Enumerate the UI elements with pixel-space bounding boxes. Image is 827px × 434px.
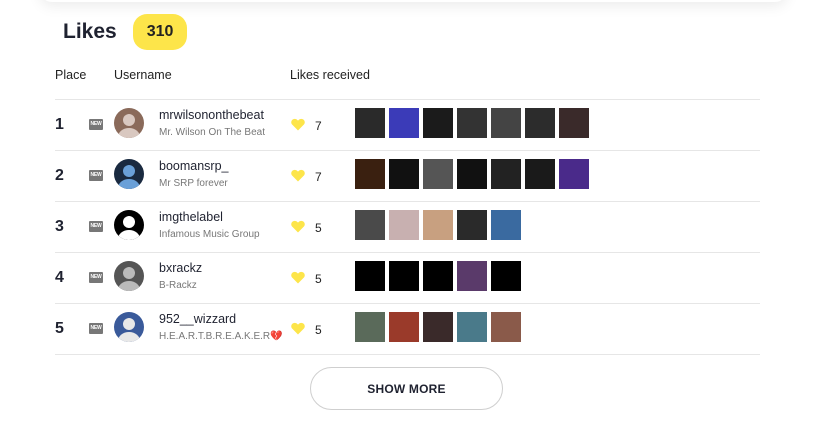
track-thumbnail[interactable] (355, 108, 385, 138)
avatar[interactable] (114, 159, 144, 189)
display-name-text: Infamous Music Group (159, 229, 260, 240)
new-badge: NEW (89, 170, 103, 181)
track-thumbnail[interactable] (491, 210, 521, 240)
track-thumbnail[interactable] (525, 108, 555, 138)
track-thumbnail[interactable] (423, 261, 453, 291)
heart-icon (291, 220, 305, 233)
track-thumbnail[interactable] (355, 159, 385, 189)
track-thumbnail[interactable] (423, 210, 453, 240)
track-thumbnail[interactable] (457, 312, 487, 342)
table-row: 4 NEW bxrackz B-Rackz 5 (55, 252, 760, 303)
display-name-text: B-Rackz (159, 280, 197, 291)
broken-heart-emoji: 💔 (270, 331, 283, 342)
avatar[interactable] (114, 108, 144, 138)
track-thumbnail[interactable] (423, 159, 453, 189)
track-thumbnail[interactable] (423, 312, 453, 342)
show-more-button[interactable]: SHOW MORE (310, 367, 503, 410)
track-thumbnail[interactable] (423, 108, 453, 138)
new-badge: NEW (89, 272, 103, 283)
display-name: H.E.A.R.T.B.R.E.A.K.E.R💔 (159, 331, 283, 342)
track-thumbnail[interactable] (457, 108, 487, 138)
track-thumbnail[interactable] (525, 159, 555, 189)
username-link[interactable]: 952__wizzard (159, 312, 236, 326)
new-badge: NEW (89, 119, 103, 130)
track-thumbnail[interactable] (389, 108, 419, 138)
track-thumbnail[interactable] (389, 159, 419, 189)
heart-icon (291, 322, 305, 335)
display-name-text: H.E.A.R.T.B.R.E.A.K.E.R (159, 331, 271, 342)
track-thumbnail[interactable] (491, 261, 521, 291)
username-link[interactable]: bxrackz (159, 261, 202, 275)
leaderboard-table: 1 NEW mrwilsononthebeat Mr. Wilson On The B… (55, 99, 760, 355)
track-thumbnail[interactable] (491, 312, 521, 342)
avatar[interactable] (114, 210, 144, 240)
liked-tracks (355, 312, 521, 342)
likes-count: 7 (315, 170, 322, 184)
liked-tracks (355, 108, 589, 138)
column-header-username: Username (114, 68, 172, 82)
likes-header: Likes 310 (63, 14, 188, 50)
track-thumbnail[interactable] (457, 159, 487, 189)
track-thumbnail[interactable] (389, 210, 419, 240)
column-header-place: Place (55, 68, 87, 82)
display-name: Mr. Wilson On The Beat (159, 127, 265, 138)
track-thumbnail[interactable] (389, 261, 419, 291)
liked-tracks (355, 210, 521, 240)
avatar[interactable] (114, 261, 144, 291)
track-thumbnail[interactable] (355, 210, 385, 240)
heart-icon (291, 169, 305, 182)
track-thumbnail[interactable] (355, 312, 385, 342)
avatar[interactable] (114, 312, 144, 342)
likes-count-badge: 310 (132, 14, 188, 50)
column-header-likes-received: Likes received (290, 68, 370, 82)
username-link[interactable]: imgthelabel (159, 210, 223, 224)
track-thumbnail[interactable] (559, 159, 589, 189)
place-number: 3 (55, 218, 64, 235)
place-number: 5 (55, 320, 64, 337)
likes-title: Likes (63, 20, 117, 43)
track-thumbnail[interactable] (457, 261, 487, 291)
track-thumbnail[interactable] (355, 261, 385, 291)
heart-icon (291, 118, 305, 131)
display-name-text: Mr SRP forever (159, 178, 228, 189)
table-row: 3 NEW imgthelabel Infamous Music Group 5 (55, 201, 760, 252)
table-row: 5 NEW 952__wizzard H.E.A.R.T.B.R.E.A.K.E.R💔… (55, 303, 760, 355)
likes-count: 7 (315, 119, 322, 133)
table-row: 2 NEW boomansrp_ Mr SRP forever 7 (55, 150, 760, 201)
username-link[interactable]: boomansrp_ (159, 159, 229, 173)
track-thumbnail[interactable] (491, 159, 521, 189)
likes-count: 5 (315, 272, 322, 286)
heart-icon (291, 271, 305, 284)
display-name-text: Mr. Wilson On The Beat (159, 127, 265, 138)
track-thumbnail[interactable] (457, 210, 487, 240)
table-row: 1 NEW mrwilsononthebeat Mr. Wilson On The B… (55, 99, 760, 150)
display-name: Mr SRP forever (159, 178, 228, 189)
place-number: 4 (55, 269, 64, 286)
display-name: Infamous Music Group (159, 229, 260, 240)
liked-tracks (355, 159, 589, 189)
username-link[interactable]: mrwilsononthebeat (159, 108, 264, 122)
track-thumbnail[interactable] (389, 312, 419, 342)
track-thumbnail[interactable] (491, 108, 521, 138)
card-top-edge (40, 0, 787, 2)
display-name: B-Rackz (159, 280, 197, 291)
track-thumbnail[interactable] (559, 108, 589, 138)
likes-count: 5 (315, 221, 322, 235)
place-number: 1 (55, 116, 64, 133)
new-badge: NEW (89, 323, 103, 334)
new-badge: NEW (89, 221, 103, 232)
place-number: 2 (55, 167, 64, 184)
likes-count: 5 (315, 323, 322, 337)
liked-tracks (355, 261, 521, 291)
